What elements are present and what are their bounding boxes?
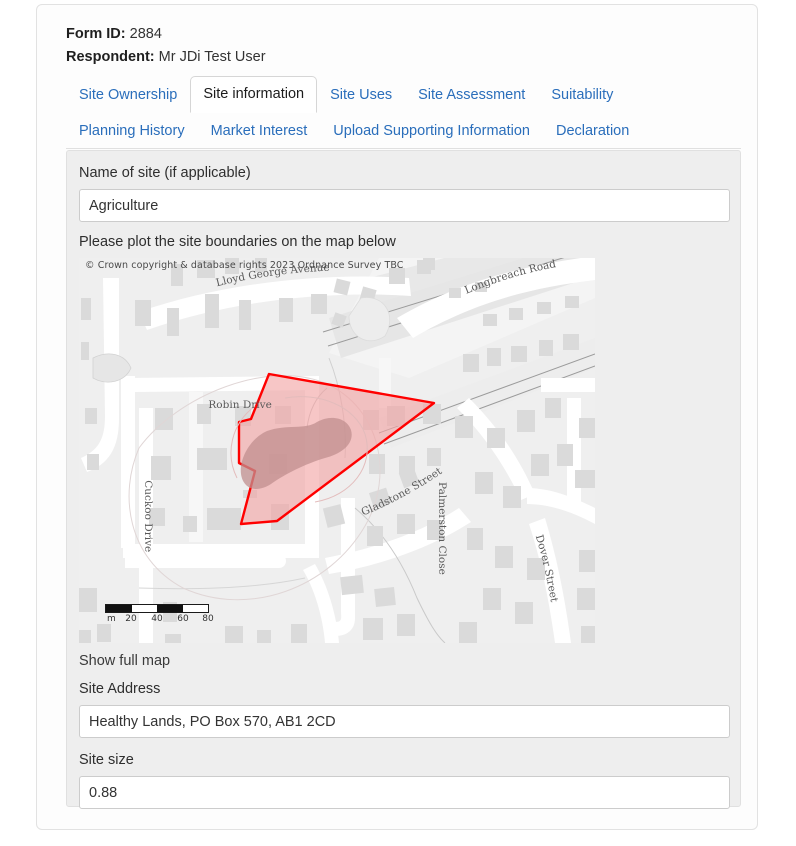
scale-unit-label: m xyxy=(107,614,116,624)
form-card: Form ID: 2884 Respondent: Mr JDi Test Us… xyxy=(36,4,758,830)
site-name-input[interactable] xyxy=(79,189,730,222)
scale-bar-graphic xyxy=(105,604,209,613)
tab-site-information[interactable]: Site information xyxy=(190,76,318,113)
map-street-label-robin-drive: Robin Drive xyxy=(208,399,271,411)
respondent-value: Mr JDi Test User xyxy=(158,49,266,65)
scale-seg-3 xyxy=(157,605,183,612)
map-scale-bar: m 20 40 60 80 xyxy=(105,604,214,626)
map-canvas[interactable]: Lloyd George Avenue Longbreach Road Robi… xyxy=(79,258,595,643)
tab-declaration[interactable]: Declaration xyxy=(543,113,642,149)
map-instruction-label: Please plot the site boundaries on the m… xyxy=(79,234,396,250)
site-size-label: Site size xyxy=(79,752,134,768)
scale-tick-40: 40 xyxy=(151,614,163,624)
scale-seg-1 xyxy=(106,605,132,612)
tab-row-primary: Site Ownership Site information Site Use… xyxy=(66,76,741,113)
panel-content: Name of site (if applicable) Please plot… xyxy=(79,163,730,809)
tab-site-assessment[interactable]: Site Assessment xyxy=(405,77,538,113)
map-street-label-cuckoo-drive: Cuckoo Drive xyxy=(142,480,154,552)
tab-bar: Site Ownership Site information Site Use… xyxy=(66,76,741,149)
scale-bar-ticks: m 20 40 60 80 xyxy=(105,614,214,626)
tab-row-secondary: Planning History Market Interest Upload … xyxy=(66,113,741,148)
scale-seg-4 xyxy=(182,605,208,612)
scale-tick-80: 80 xyxy=(202,614,214,624)
map-copyright-notice: © Crown copyright & database rights 2023… xyxy=(85,260,404,271)
site-boundary-map[interactable]: Lloyd George Avenue Longbreach Road Robi… xyxy=(79,258,595,643)
tab-suitability[interactable]: Suitability xyxy=(538,77,626,113)
tab-site-ownership[interactable]: Site Ownership xyxy=(66,77,190,113)
site-address-label: Site Address xyxy=(79,681,161,697)
tab-planning-history[interactable]: Planning History xyxy=(66,113,198,149)
map-street-label-palmerston-close: Palmerston Close xyxy=(436,482,448,575)
tab-upload-supporting-information[interactable]: Upload Supporting Information xyxy=(320,113,543,149)
form-id-line: Form ID: 2884 xyxy=(66,23,706,46)
respondent-label: Respondent: xyxy=(66,49,155,65)
respondent-line: Respondent: Mr JDi Test User xyxy=(66,46,706,69)
site-size-input[interactable] xyxy=(79,776,730,809)
show-full-map-link[interactable]: Show full map xyxy=(79,651,730,671)
tab-site-uses[interactable]: Site Uses xyxy=(317,77,405,113)
scale-tick-20: 20 xyxy=(125,614,137,624)
form-meta: Form ID: 2884 Respondent: Mr JDi Test Us… xyxy=(66,23,706,69)
site-name-label: Name of site (if applicable) xyxy=(79,165,251,181)
tab-market-interest[interactable]: Market Interest xyxy=(198,113,321,149)
form-id-value: 2884 xyxy=(129,26,162,42)
site-address-input[interactable] xyxy=(79,705,730,738)
scale-tick-60: 60 xyxy=(177,614,189,624)
site-information-panel: Name of site (if applicable) Please plot… xyxy=(66,150,741,809)
form-id-label: Form ID: xyxy=(66,26,126,42)
scale-seg-2 xyxy=(131,605,157,612)
